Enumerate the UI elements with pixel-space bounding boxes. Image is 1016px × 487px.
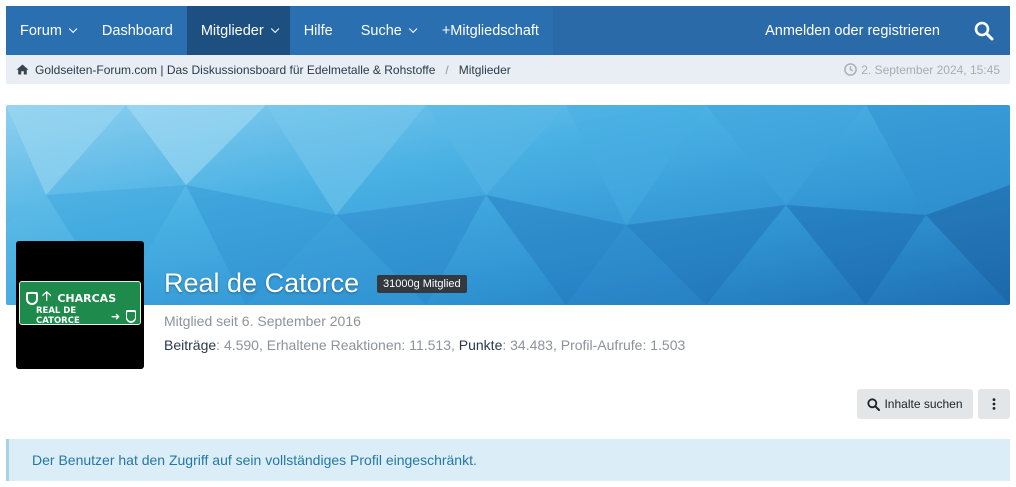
search-icon	[974, 21, 994, 40]
vertical-dots-icon	[992, 398, 996, 410]
clock-icon	[844, 63, 858, 76]
member-since: Mitglied seit 6. September 2016	[164, 313, 361, 329]
nav-item-hilfe[interactable]: Hilfe	[290, 6, 347, 55]
stat-posts-value: 4.590	[223, 337, 259, 353]
breadcrumb-item-forum: Goldseiten-Forum.com | Das Diskussionsbo…	[35, 62, 436, 77]
arrow-right-icon: ➜	[110, 309, 121, 323]
chevron-down-icon	[68, 24, 78, 33]
nav-item-suche[interactable]: Suche	[347, 6, 428, 55]
login-link[interactable]: Anmelden oder registrieren	[747, 6, 958, 55]
nav-item-label: Dashboard	[101, 22, 173, 39]
main-menu: Forum Dashboard Mitglieder Hilfe Suche +…	[6, 6, 553, 55]
route-shield-icon	[126, 309, 136, 323]
user-panel: Anmelden oder registrieren	[747, 6, 1010, 55]
nav-item-forum[interactable]: Forum	[6, 6, 88, 55]
main-navbar: Forum Dashboard Mitglieder Hilfe Suche +…	[6, 6, 1010, 55]
breadcrumb-item-members[interactable]: Mitglieder	[459, 63, 511, 77]
stat-reactions-label: Erhaltene Reaktionen	[266, 337, 402, 353]
chevron-down-icon	[270, 24, 280, 33]
datetime-text: 2. September 2024, 15:45	[861, 62, 1000, 77]
search-icon	[867, 397, 881, 411]
more-options-button[interactable]	[978, 389, 1010, 419]
breadcrumb-home[interactable]: Goldseiten-Forum.com | Das Diskussionsbo…	[16, 63, 435, 77]
nav-item-dashboard[interactable]: Dashboard	[88, 6, 187, 55]
breadcrumb: Goldseiten-Forum.com | Das Diskussionsbo…	[6, 55, 1010, 84]
stat-views-label: Profil-Aufrufe	[560, 337, 643, 353]
breadcrumb-separator: /	[445, 62, 449, 77]
nav-item-mitglieder[interactable]: Mitglieder	[186, 6, 290, 55]
nav-item-label: Forum	[20, 22, 62, 39]
current-datetime: 2. September 2024, 15:45	[844, 63, 1010, 77]
chevron-down-icon	[408, 24, 418, 33]
notice-text: Der Benutzer hat den Zugriff auf sein vo…	[32, 452, 477, 468]
profile-username: Real de Catorce	[164, 268, 360, 298]
nav-item-label: Mitglieder	[200, 22, 264, 39]
stat-reactions-value: 11.513	[409, 337, 451, 353]
route-shield-icon	[26, 291, 38, 305]
nav-item-label: Hilfe	[303, 22, 333, 39]
sign-text-real-de-catorce: REAL DE CATORCE	[36, 306, 80, 326]
find-content-button[interactable]: Inhalte suchen	[857, 389, 973, 419]
home-icon	[16, 64, 29, 75]
sign-text-charcas: CHARCAS	[57, 291, 117, 305]
avatar-road-sign: 🡡 CHARCAS REAL DE CATORCE ➜	[19, 281, 141, 326]
profile-stats: Beiträge: 4.590, Erhaltene Reaktionen: 1…	[164, 337, 686, 353]
stat-views-value: 1.503	[650, 337, 686, 353]
nav-item-label: +Mitgliedschaft	[441, 22, 539, 39]
rank-badge: 31000g Mitglied	[377, 275, 467, 293]
stat-points-value: 34.483	[510, 337, 553, 353]
profile-cover-banner	[6, 105, 1010, 305]
stat-points-label[interactable]: Punkte	[459, 337, 503, 353]
nav-item-label: Suche	[360, 22, 402, 39]
user-avatar[interactable]: 🡡 CHARCAS REAL DE CATORCE ➜	[16, 241, 144, 369]
search-button[interactable]	[958, 6, 1010, 55]
restricted-profile-notice: Der Benutzer hat den Zugriff auf sein vo…	[6, 439, 1010, 481]
nav-item-mitgliedschaft[interactable]: +Mitgliedschaft	[428, 6, 553, 55]
stat-posts-label[interactable]: Beiträge	[164, 337, 216, 353]
find-content-label: Inhalte suchen	[884, 397, 963, 411]
